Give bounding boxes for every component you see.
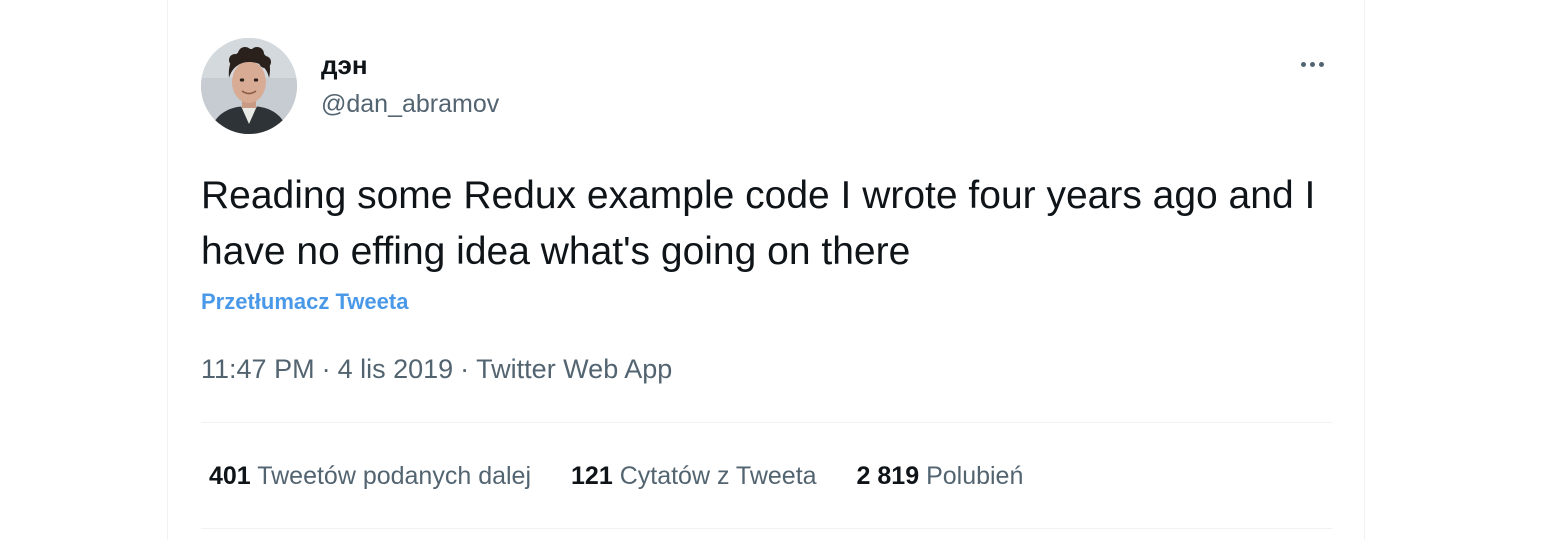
retweets-stat[interactable]: 401 Tweetów podanych dalej bbox=[209, 462, 531, 491]
tweet-meta: 11:47 PM · 4 lis 2019 · Twitter Web App bbox=[201, 354, 672, 385]
retweets-label: Tweetów podanych dalej bbox=[257, 462, 532, 490]
likes-label: Polubień bbox=[926, 462, 1024, 490]
author-name[interactable]: дэн bbox=[321, 50, 368, 81]
quotes-count: 121 bbox=[571, 462, 613, 490]
tweet-source[interactable]: Twitter Web App bbox=[476, 354, 672, 384]
quotes-label: Cytatów z Tweeta bbox=[619, 462, 817, 490]
tweet-card: дэн @dan_abramov Reading some Redux exam… bbox=[167, 0, 1365, 540]
tweet-text: Reading some Redux example code I wrote … bbox=[201, 174, 1316, 273]
more-horizontal-icon-dot bbox=[1309, 61, 1315, 67]
avatar-image bbox=[201, 38, 297, 134]
meta-separator: · bbox=[321, 354, 331, 384]
translate-tweet-link[interactable]: Przetłumacz Tweeta bbox=[201, 289, 408, 315]
more-horizontal-icon-dot bbox=[1318, 61, 1324, 67]
likes-count: 2 819 bbox=[856, 462, 920, 490]
tweet-time[interactable]: 11:47 PM bbox=[201, 354, 315, 384]
divider bbox=[201, 422, 1332, 423]
author-handle[interactable]: @dan_abramov bbox=[321, 90, 499, 119]
more-horizontal-icon bbox=[1300, 61, 1306, 67]
divider bbox=[201, 528, 1332, 529]
likes-stat[interactable]: 2 819 Polubień bbox=[857, 462, 1024, 491]
more-options-button[interactable] bbox=[1292, 46, 1332, 82]
meta-separator: · bbox=[460, 354, 470, 384]
tweet-stats: 401 Tweetów podanych dalej 121 Cytatów z… bbox=[209, 462, 1023, 491]
avatar[interactable] bbox=[201, 38, 297, 134]
retweets-count: 401 bbox=[209, 462, 251, 490]
quotes-stat[interactable]: 121 Cytatów z Tweeta bbox=[571, 462, 817, 491]
page: дэн @dan_abramov Reading some Redux exam… bbox=[0, 0, 1544, 540]
tweet-date[interactable]: 4 lis 2019 bbox=[338, 354, 454, 384]
